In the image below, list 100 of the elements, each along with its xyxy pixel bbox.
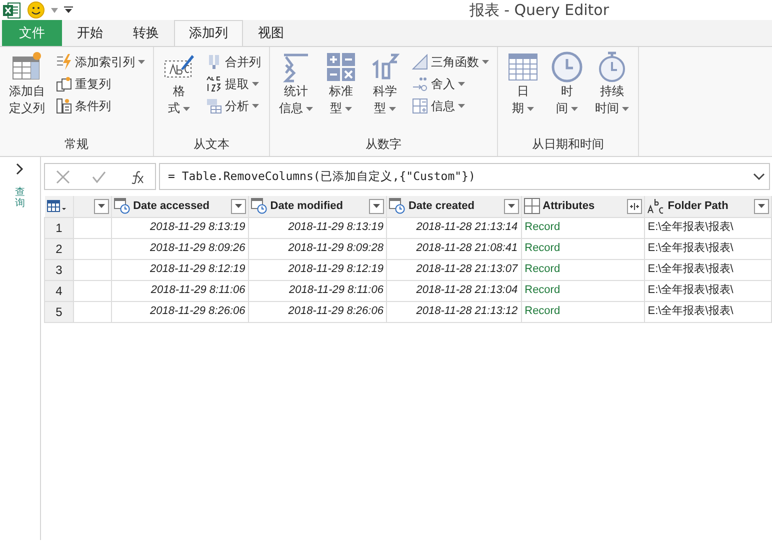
ribbon-tab[interactable]: 转换 (118, 20, 174, 46)
lightning-icon (56, 54, 72, 70)
filter-dropdown-button[interactable] (94, 198, 110, 214)
ribbon-button[interactable]: 时 间 (548, 51, 586, 117)
ribbon-button[interactable]: 科学 型 (366, 51, 404, 117)
arithmetic-icon (325, 51, 357, 83)
ribbon-button[interactable]: 三角函数 (410, 51, 491, 73)
button-label: 期 (512, 100, 524, 117)
button-label: 添加自 (9, 83, 45, 100)
merge-icon (206, 54, 222, 70)
column-header: Attributes (542, 199, 595, 214)
calendar-clock-icon (251, 198, 268, 214)
button-label: 日 (517, 83, 529, 100)
table-cell: E:\全年报表\报表\ (644, 259, 772, 280)
column-header: Folder Path (668, 199, 728, 214)
info-icon (412, 98, 428, 114)
ribbon-button[interactable]: 舍入 (410, 73, 491, 95)
customize-icon[interactable] (64, 6, 73, 14)
column-header: Date created (408, 199, 474, 214)
ribbon-button[interactable]: 重复列 (54, 73, 147, 95)
button-label: 标准 (329, 83, 353, 100)
table-cell: 2018-11-29 8:11:06 (248, 280, 387, 301)
table-cell: 2018-11-28 21:13:04 (386, 280, 522, 301)
table-cell: Record (521, 259, 644, 280)
expand-column-button[interactable] (626, 198, 642, 214)
button-label: 式 (168, 100, 180, 117)
table-cell: 2018-11-28 21:13:14 (386, 217, 522, 238)
row-number: 4 (44, 280, 74, 301)
table-cell (74, 280, 112, 301)
table-cell (74, 238, 112, 259)
button-label: 科学 (373, 83, 397, 100)
table-cell: E:\全年报表\报表\ (644, 280, 772, 301)
triangle-icon (412, 54, 428, 70)
expand-icon[interactable] (16, 163, 24, 175)
table-cell: 2018-11-29 8:09:28 (248, 238, 387, 259)
column-header: Date accessed (133, 199, 210, 214)
caret-icon[interactable] (51, 8, 58, 12)
caret-icon (235, 204, 242, 208)
filter-dropdown-button[interactable] (369, 198, 384, 214)
ribbon-button[interactable]: 添加自 定义列 (6, 51, 48, 117)
ribbon-button[interactable]: 格 式 (160, 51, 198, 117)
ribbon-button[interactable]: 合并列 (204, 51, 263, 73)
parse-icon (206, 98, 222, 114)
table-cell: 2018-11-29 8:11:06 (112, 280, 249, 301)
caret-icon (98, 204, 106, 208)
duplicate-column-icon (56, 76, 72, 92)
button-label: 间 (556, 100, 568, 117)
group-label: 从数字 (364, 136, 402, 153)
abc-123-icon (206, 76, 222, 92)
button-label: 型 (374, 100, 386, 117)
ribbon-tab[interactable]: 视图 (243, 20, 299, 46)
chevron-down-icon[interactable] (753, 172, 765, 180)
ribbon-button[interactable]: 日 期 (504, 51, 542, 117)
ribbon-button[interactable]: 标准 型 (322, 51, 360, 117)
caret-icon (373, 204, 380, 208)
table-cell: 2018-11-29 8:13:19 (112, 217, 249, 238)
button-label: 型 (330, 100, 342, 117)
calendar-icon (507, 51, 539, 83)
table-cell: E:\全年报表\报表\ (644, 238, 772, 259)
ribbon-tab[interactable]: 添加列 (174, 20, 243, 46)
expand-arrows-icon (628, 202, 640, 210)
pane-label: 查询 (15, 187, 25, 209)
table-cell: 2018-11-29 8:12:19 (112, 259, 249, 280)
table-cell: 2018-11-29 8:13:19 (248, 217, 387, 238)
button-label: 时间 (595, 100, 619, 117)
ribbon-button[interactable]: 统计 信息 (276, 51, 316, 117)
formula-text: = Table.RemoveColumns(已添加自定义,{"Custom"}) (167, 168, 476, 185)
column-header: Date modified (270, 199, 343, 214)
group-label: 常规 (64, 136, 90, 153)
filter-dropdown-button[interactable] (504, 198, 519, 214)
ribbon-tab[interactable]: 开始 (62, 20, 118, 46)
ribbon-button[interactable]: 条件列 (54, 95, 147, 117)
filter-dropdown-button[interactable] (754, 198, 769, 214)
table-cell: 2018-11-29 8:09:26 (112, 238, 249, 259)
ribbon-button[interactable]: 添加索引列 (54, 51, 147, 73)
ribbon-button[interactable]: 信息 (410, 95, 491, 117)
button-label: 持续 (600, 83, 624, 100)
check-icon[interactable] (92, 170, 106, 182)
ribbon-button[interactable]: 持续 时间 (592, 51, 632, 117)
calendar-clock-icon (389, 198, 406, 214)
table-menu-icon[interactable] (46, 200, 66, 212)
table-cell: 2018-11-28 21:08:41 (386, 238, 522, 259)
group-label: 从文本 (192, 136, 230, 153)
table-cell: 2018-11-28 21:13:12 (386, 301, 522, 322)
clock-icon (551, 51, 583, 83)
ribbon-button[interactable]: 提取 (204, 73, 263, 95)
ribbon-button[interactable]: 分析 (204, 95, 263, 117)
table-cell: E:\全年报表\报表\ (644, 301, 772, 322)
table-cell: 2018-11-28 21:13:07 (386, 259, 522, 280)
table-cell: Record (521, 238, 644, 259)
smiley-icon[interactable] (27, 1, 45, 19)
filter-dropdown-button[interactable] (231, 198, 246, 214)
grid-icon (524, 198, 540, 214)
row-number: 1 (44, 217, 74, 238)
table-cell: Record (521, 217, 644, 238)
abc-icon (646, 198, 665, 214)
table-cell (74, 301, 112, 322)
button-label: 格 (173, 83, 185, 100)
caret-icon (508, 204, 515, 208)
group-label: 从日期和时间 (531, 136, 605, 153)
